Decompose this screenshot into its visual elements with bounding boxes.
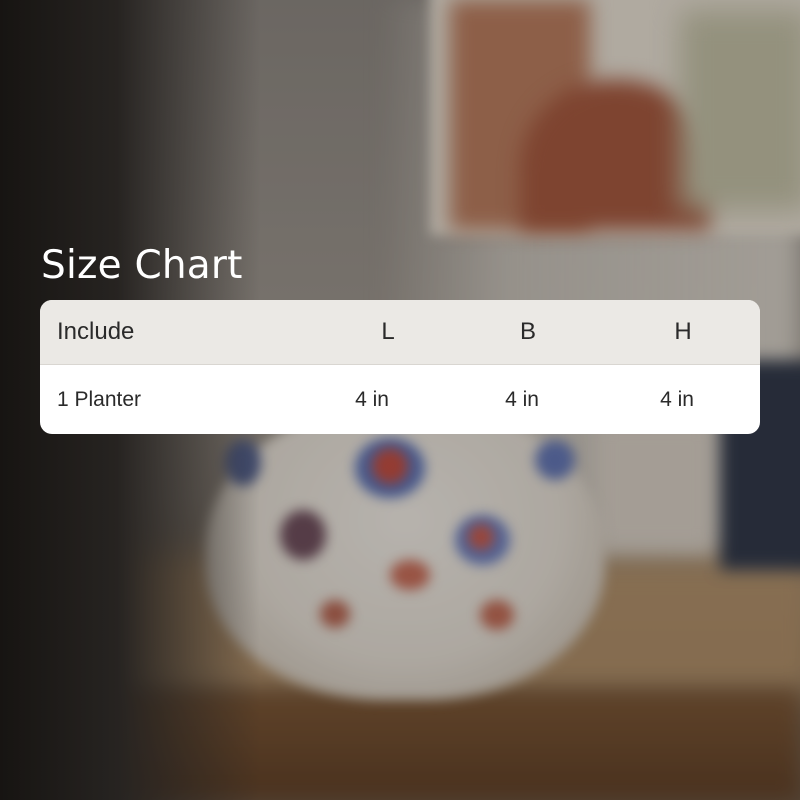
header-breadth: B	[519, 318, 536, 345]
header-height: H	[674, 318, 692, 345]
page-title: Size Chart	[41, 243, 243, 288]
table-row: 1 Planter 4 in 4 in 4 in	[40, 365, 760, 434]
cell-breadth: 4 in	[505, 387, 539, 411]
cell-height: 4 in	[660, 387, 694, 411]
size-chart-table: Include L B H 1 Planter 4 in 4 in 4 in	[40, 300, 760, 434]
table-header-row: Include L B H	[40, 300, 760, 365]
header-length: L	[381, 318, 395, 345]
cell-include: 1 Planter	[57, 387, 142, 411]
header-include: Include	[57, 318, 135, 345]
cell-length: 4 in	[355, 387, 389, 411]
